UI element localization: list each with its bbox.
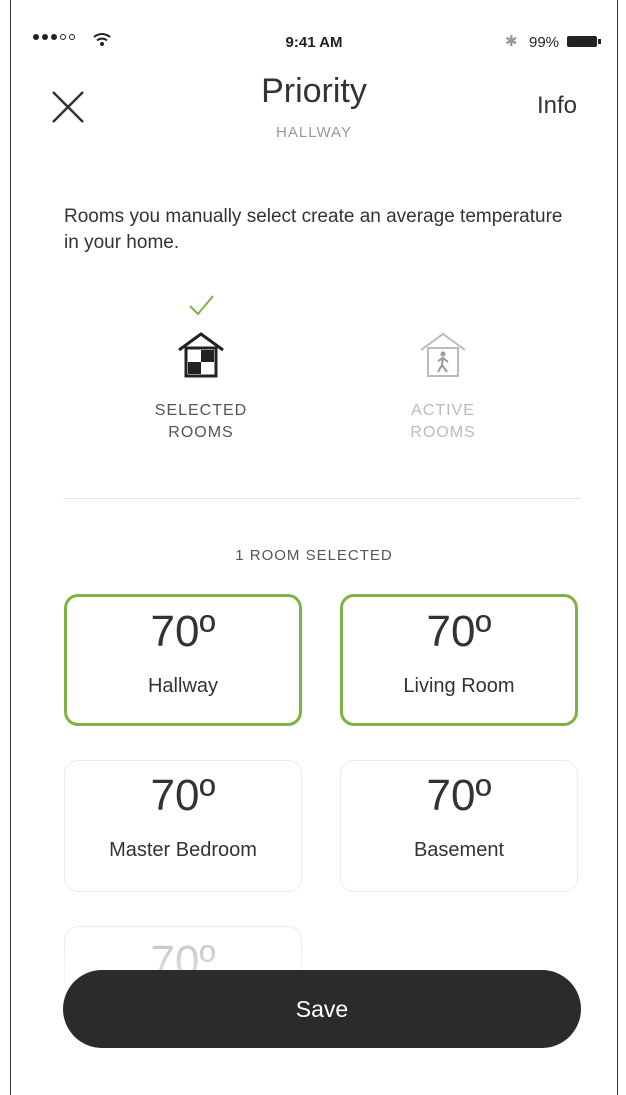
bluetooth-icon: ✱ [505, 33, 518, 50]
description-text: Rooms you manually select create an aver… [64, 206, 563, 253]
mode-label-line1: ACTIVE [411, 402, 475, 419]
room-name: Basement [413, 839, 505, 861]
mode-selected-rooms[interactable]: SELECTED ROOMS [131, 290, 271, 444]
house-selected-rooms-icon [178, 332, 224, 378]
room-temperature: 70º [150, 607, 216, 656]
battery-nub [598, 39, 601, 44]
page-subtitle: HALLWAY [276, 124, 352, 141]
battery-icon [567, 36, 597, 47]
mode-label-line2: ROOMS [168, 424, 234, 441]
room-name: Hallway [147, 675, 219, 697]
mode-active-rooms[interactable]: ACTIVE ROOMS [373, 290, 513, 444]
page-title: Priority [261, 72, 367, 110]
rooms-selected-count: 1 ROOM SELECTED [235, 547, 393, 564]
room-card-basement[interactable]: 70º Basement [340, 760, 578, 892]
save-button[interactable]: Save [63, 970, 581, 1048]
room-temperature: 70º [426, 607, 492, 656]
status-bar: 9:41 AM ✱ 99% [11, 28, 617, 58]
room-name: Master Bedroom [109, 839, 257, 861]
house-active-rooms-icon [420, 332, 466, 377]
room-name: Living Room [403, 675, 515, 697]
status-time: 9:41 AM [285, 34, 343, 51]
divider [63, 498, 581, 499]
mode-label-line2: ROOMS [410, 424, 476, 441]
room-card-hallway[interactable]: 70º Hallway [64, 594, 302, 726]
room-card-living-room[interactable]: 70º Living Room [340, 594, 578, 726]
room-temperature: 70º [426, 771, 492, 820]
room-card-master-bedroom[interactable]: 70º Master Bedroom [64, 760, 302, 892]
phone-screen: 9:41 AM ✱ 99% Priority HALLWAY Info Room… [10, 0, 618, 1095]
checkmark-icon [189, 295, 214, 316]
room-temperature: 70º [150, 771, 216, 820]
mode-label-line1: SELECTED [154, 402, 248, 419]
battery-percentage: 99% [529, 34, 560, 51]
info-button[interactable]: Info [537, 92, 577, 120]
